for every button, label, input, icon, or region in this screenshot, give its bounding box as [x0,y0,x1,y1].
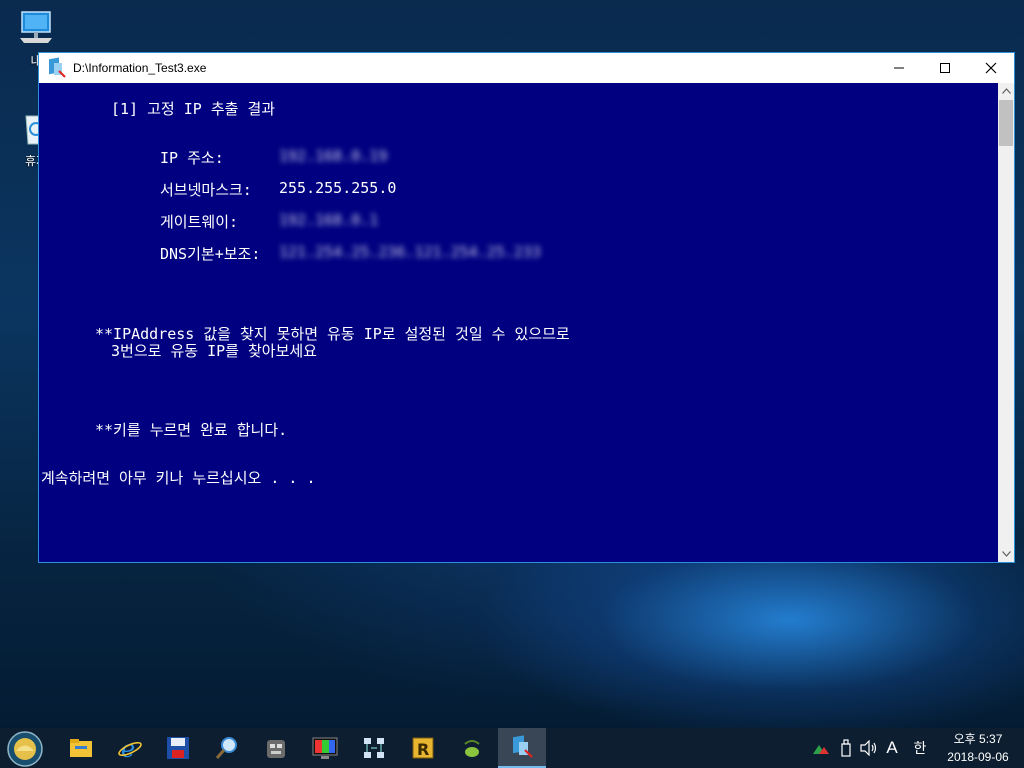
start-orb-icon [7,731,43,767]
taskbar-color-monitor[interactable] [301,728,349,768]
taskbar: e R A 한 오후 5:37 2018-09-06 [0,728,1024,768]
save-disk-icon [167,737,189,759]
robot-app-icon [267,740,285,758]
taskbar-save-disk[interactable] [154,728,202,768]
note-line-2: 3번으로 유동 IP를 찾아보세요 [111,342,317,360]
field-value-dns: 121.254.25.236.121.254.25.233 [279,243,541,261]
close-icon [985,62,997,74]
information-app-icon [513,735,533,758]
network-icon [364,738,384,758]
color-monitor-icon [312,737,338,759]
information-app-icon [45,57,67,79]
minimize-button[interactable] [876,53,922,83]
taskbar-information-app[interactable] [498,728,546,768]
search-magnifier-icon [215,737,237,759]
tray-usb-device[interactable] [836,728,856,768]
field-label-ip: IP 주소: [160,149,224,167]
volume-icon [860,740,877,756]
minimize-icon [894,67,904,69]
svg-text:R: R [417,740,429,759]
taskbar-clock[interactable]: 오후 5:37 2018-09-06 [938,730,1018,766]
usb-device-icon [841,739,851,757]
field-value-ip: 192.168.0.19 [279,147,388,165]
korean-ime-icon[interactable]: 한 [910,728,930,768]
taskbar-file-explorer[interactable] [57,728,105,768]
pause-prompt: 계속하려면 아무 키나 누르십시오 . . . [41,469,316,487]
window-title: D:\Information_Test3.exe [73,61,207,75]
tray-network-status[interactable] [810,728,832,768]
clock-date: 2018-09-06 [947,750,1009,764]
taskbar-robot-app[interactable] [252,728,300,768]
clock-time: 오후 5:37 [953,732,1003,746]
taskbar-search-tool[interactable] [203,728,251,768]
taskbar-internet-explorer[interactable]: e [106,728,154,768]
taskbar-network-tool[interactable] [350,728,398,768]
taskbar-r-app[interactable]: R [399,728,447,768]
scrollbar-thumb[interactable] [999,100,1013,146]
field-label-gateway: 게이트웨이: [160,213,239,231]
vertical-scrollbar[interactable] [998,83,1014,562]
olive-app-icon [464,740,480,757]
field-value-gateway: 192.168.0.1 [279,211,379,229]
title-bar[interactable]: D:\Information_Test3.exe [39,53,1014,83]
network-status-icon [813,745,829,754]
desktop: 내 휴지 D:\Information_Test3.exe [1] 고정 IP … [0,0,1024,768]
taskbar-olive-app[interactable] [448,728,496,768]
start-button[interactable] [6,730,44,768]
console-output[interactable]: [1] 고정 IP 추출 결과 IP 주소: 192.168.0.19 서브넷마… [39,83,999,562]
result-heading: [1] 고정 IP 추출 결과 [111,100,276,118]
field-value-subnet: 255.255.255.0 [279,179,397,197]
file-explorer-icon [70,739,92,757]
computer-icon [16,8,56,48]
r-app-icon: R [412,737,434,759]
maximize-button[interactable] [922,53,968,83]
field-label-subnet: 서브넷마스크: [160,181,252,199]
close-button[interactable] [968,53,1014,83]
input-mode-icon[interactable]: A [882,728,902,768]
scroll-down-arrow-icon[interactable] [998,546,1014,562]
internet-explorer-icon: e [118,735,142,761]
press-key-message: **키를 누르면 완료 합니다. [95,421,288,439]
maximize-icon [940,63,950,73]
tray-volume[interactable] [858,728,880,768]
field-label-dns: DNS기본+보조: [160,245,261,263]
console-window[interactable]: D:\Information_Test3.exe [1] 고정 IP 추출 결과… [38,52,1015,563]
scroll-up-arrow-icon[interactable] [998,83,1014,99]
